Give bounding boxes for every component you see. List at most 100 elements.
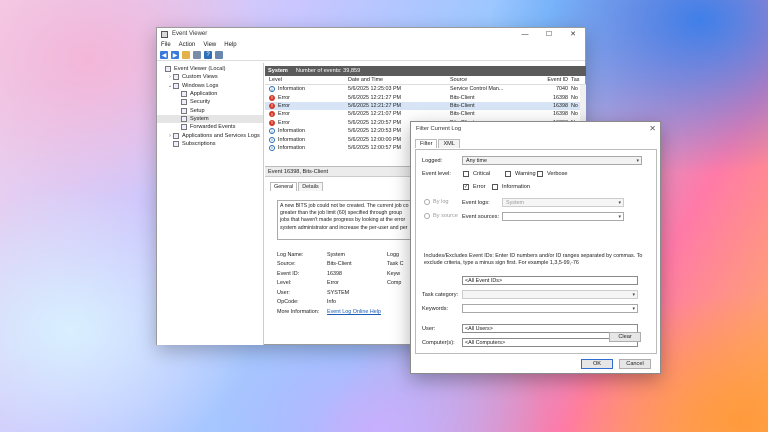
property-value: SYSTEM [327,289,350,296]
event-level: i Information [269,128,345,135]
task-category-dropdown[interactable]: ▾ [462,290,638,299]
event-level: i Information [269,144,345,151]
event-source: Service Control Man... [450,86,504,93]
information-label: Information [502,184,530,190]
clear-button[interactable]: Clear [609,332,641,342]
event-date: 5/6/2025 12:21:27 PM [348,102,402,109]
critical-checkbox[interactable]: Critical [463,171,490,177]
critical-label: Critical [473,171,491,177]
event-row[interactable]: ! Error 5/6/2025 12:21:27 PM Bits-Client 163… [265,93,586,101]
event-date: 5/6/2025 12:25:03 PM [348,86,402,93]
menu-file[interactable]: File [161,42,171,48]
warning-checkbox[interactable]: Warning [505,171,536,177]
verbose-checkbox[interactable]: Verbose [537,171,568,177]
tab-xml[interactable]: XML [438,139,460,148]
event-level-text: Information [278,144,305,151]
tree-item[interactable]: System [157,114,263,124]
column-level[interactable]: Level [269,77,345,83]
window-title: Event Viewer [172,31,208,37]
event-id: 16398 [553,102,568,109]
event-logs-dropdown[interactable]: System ▾ [502,198,624,207]
menu-action[interactable]: Action [179,42,196,48]
tab-filter[interactable]: Filter [415,139,438,148]
event-level-text: Error [278,111,290,118]
chevron-down-icon: ▾ [636,158,639,164]
tab-general[interactable]: General [270,182,298,191]
forward-arrow-icon[interactable]: ▶ [171,51,179,59]
warning-label: Warning [515,171,536,177]
event-row[interactable]: i Information 5/6/2025 12:25:03 PM Service … [265,85,586,93]
tab-details[interactable]: Details [298,182,323,191]
cancel-button[interactable]: Cancel [619,359,651,369]
event-source: Bits-Client [450,111,475,118]
event-id: 16398 [553,111,568,118]
event-level-text: Information [278,136,305,143]
tree-item[interactable]: ⌄ Windows Logs [157,82,263,90]
event-row[interactable]: ! Error 5/6/2025 12:21:07 PM Bits-Client 163… [265,110,586,118]
event-ids-input[interactable]: <All Event IDs> [462,276,638,285]
filter-current-log-dialog: Filter Current Log ✕ Filter XML Logged: … [410,121,661,374]
error-icon: ! [269,102,275,109]
information-checkbox[interactable]: Information [492,184,530,190]
event-description: A new BITS job could not be created. The… [277,200,413,240]
column-task[interactable]: Tas [571,77,585,83]
event-level: ! Error [269,119,345,126]
dialog-tabs: Filter XML [415,139,461,148]
log-header: System Number of events: 39,859 [265,66,586,76]
close-button[interactable]: ✕ [561,28,585,40]
property-key: Level: [277,280,292,287]
error-checkbox[interactable]: ✓ Error [463,184,485,190]
column-date[interactable]: Date and Time [348,77,448,83]
by-log-radio[interactable]: By log [424,199,449,205]
event-level: ! Error [269,102,345,109]
event-id: 16398 [553,94,568,101]
event-logs-value: System [506,199,524,206]
minimize-button[interactable]: — [513,28,537,40]
tree-item-label: Event Viewer (Local) [174,66,226,73]
column-event-id[interactable]: Event ID [546,77,568,83]
navigation-tree: Event Viewer (Local) › Custom Views ⌄ Window… [157,63,264,345]
event-level-label: Event level: [422,171,451,177]
tree-item[interactable]: › Applications and Services Logs [157,131,263,139]
back-arrow-icon[interactable]: ◀ [160,51,168,59]
error-icon: ! [269,111,275,118]
maximize-button[interactable]: ☐ [537,28,561,40]
tree-item[interactable]: Event Viewer (Local) [157,65,263,73]
logged-dropdown[interactable]: Any time ▾ [462,156,642,165]
online-help-link[interactable]: Event Log Online Help [327,309,381,315]
event-level: i Information [269,86,345,93]
tree-item[interactable]: Security [157,98,263,106]
event-level-text: Error [278,119,290,126]
filter-panel: Logged: Any time ▾ Event level: Critical… [415,149,657,354]
property-key: User: [277,289,290,296]
check-icon: ✓ [463,184,469,190]
property-key: Source: [277,261,296,268]
event-level: ! Error [269,94,345,101]
title-bar: Event Viewer — ☐ ✕ [157,28,585,40]
help-icon[interactable]: ? [204,51,212,59]
properties-icon[interactable] [193,51,201,59]
tree-item[interactable]: Setup [157,106,263,114]
tree-item[interactable]: › Custom Views [157,73,263,81]
event-sources-dropdown[interactable]: ▾ [502,212,624,221]
menu-view[interactable]: View [203,42,216,48]
tree-item-label: Security [190,99,211,106]
radio-icon [424,213,430,219]
tree-item[interactable]: Subscriptions [157,140,263,148]
menu-help[interactable]: Help [224,42,236,48]
tree-item-label: System [190,115,209,122]
by-log-label: By log [433,199,449,205]
keywords-dropdown[interactable]: ▾ [462,304,638,313]
event-date: 5/6/2025 12:21:27 PM [348,94,402,101]
logged-label: Logged: [422,158,443,164]
property-key: Log Name: [277,251,304,258]
dialog-close-icon[interactable]: ✕ [649,124,656,133]
event-row[interactable]: ! Error 5/6/2025 12:21:27 PM Bits-Client 163… [265,101,586,111]
column-source[interactable]: Source [450,77,540,83]
tree-item[interactable]: Application [157,90,263,98]
ok-button[interactable]: OK [581,359,613,369]
tree-item[interactable]: Forwarded Events [157,123,263,131]
action-pane-icon[interactable] [215,51,223,59]
folder-icon[interactable] [182,51,190,59]
by-source-radio[interactable]: By source [424,213,458,219]
